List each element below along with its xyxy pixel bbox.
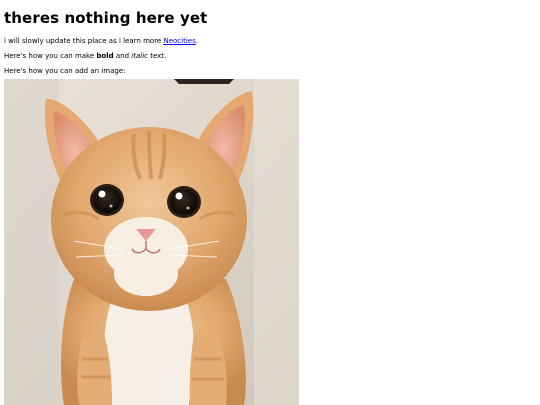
bold-text: bold xyxy=(96,52,114,60)
neocities-link[interactable]: Neocities xyxy=(163,37,195,45)
formatting-text: Here's how you can make xyxy=(4,52,97,60)
intro-end: . xyxy=(195,37,198,45)
italic-text: italic xyxy=(131,52,148,60)
formatting-end: text. xyxy=(147,52,167,60)
formatting-and: and xyxy=(113,52,132,60)
formatting-paragraph: Here's how you can make bold and italic … xyxy=(4,52,536,61)
kitten-image xyxy=(4,79,299,405)
page-title: theres nothing here yet xyxy=(4,9,208,27)
intro-paragraph: i will slowly update this place as i lea… xyxy=(4,37,536,46)
image-paragraph: Here's how you can add an image: xyxy=(4,67,126,75)
page-content: theres nothing here yet i will slowly up… xyxy=(4,0,536,76)
intro-text: i will slowly update this place as i lea… xyxy=(4,37,164,45)
